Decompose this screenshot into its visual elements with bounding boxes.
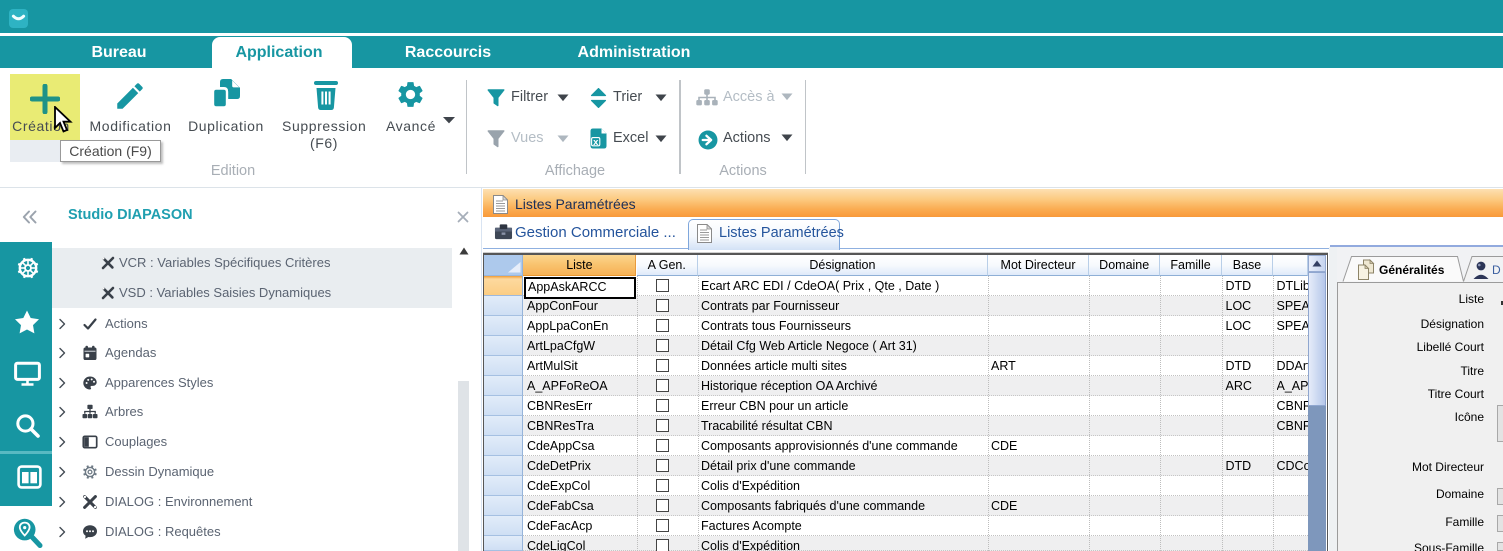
- svg-text:x: x: [593, 137, 599, 148]
